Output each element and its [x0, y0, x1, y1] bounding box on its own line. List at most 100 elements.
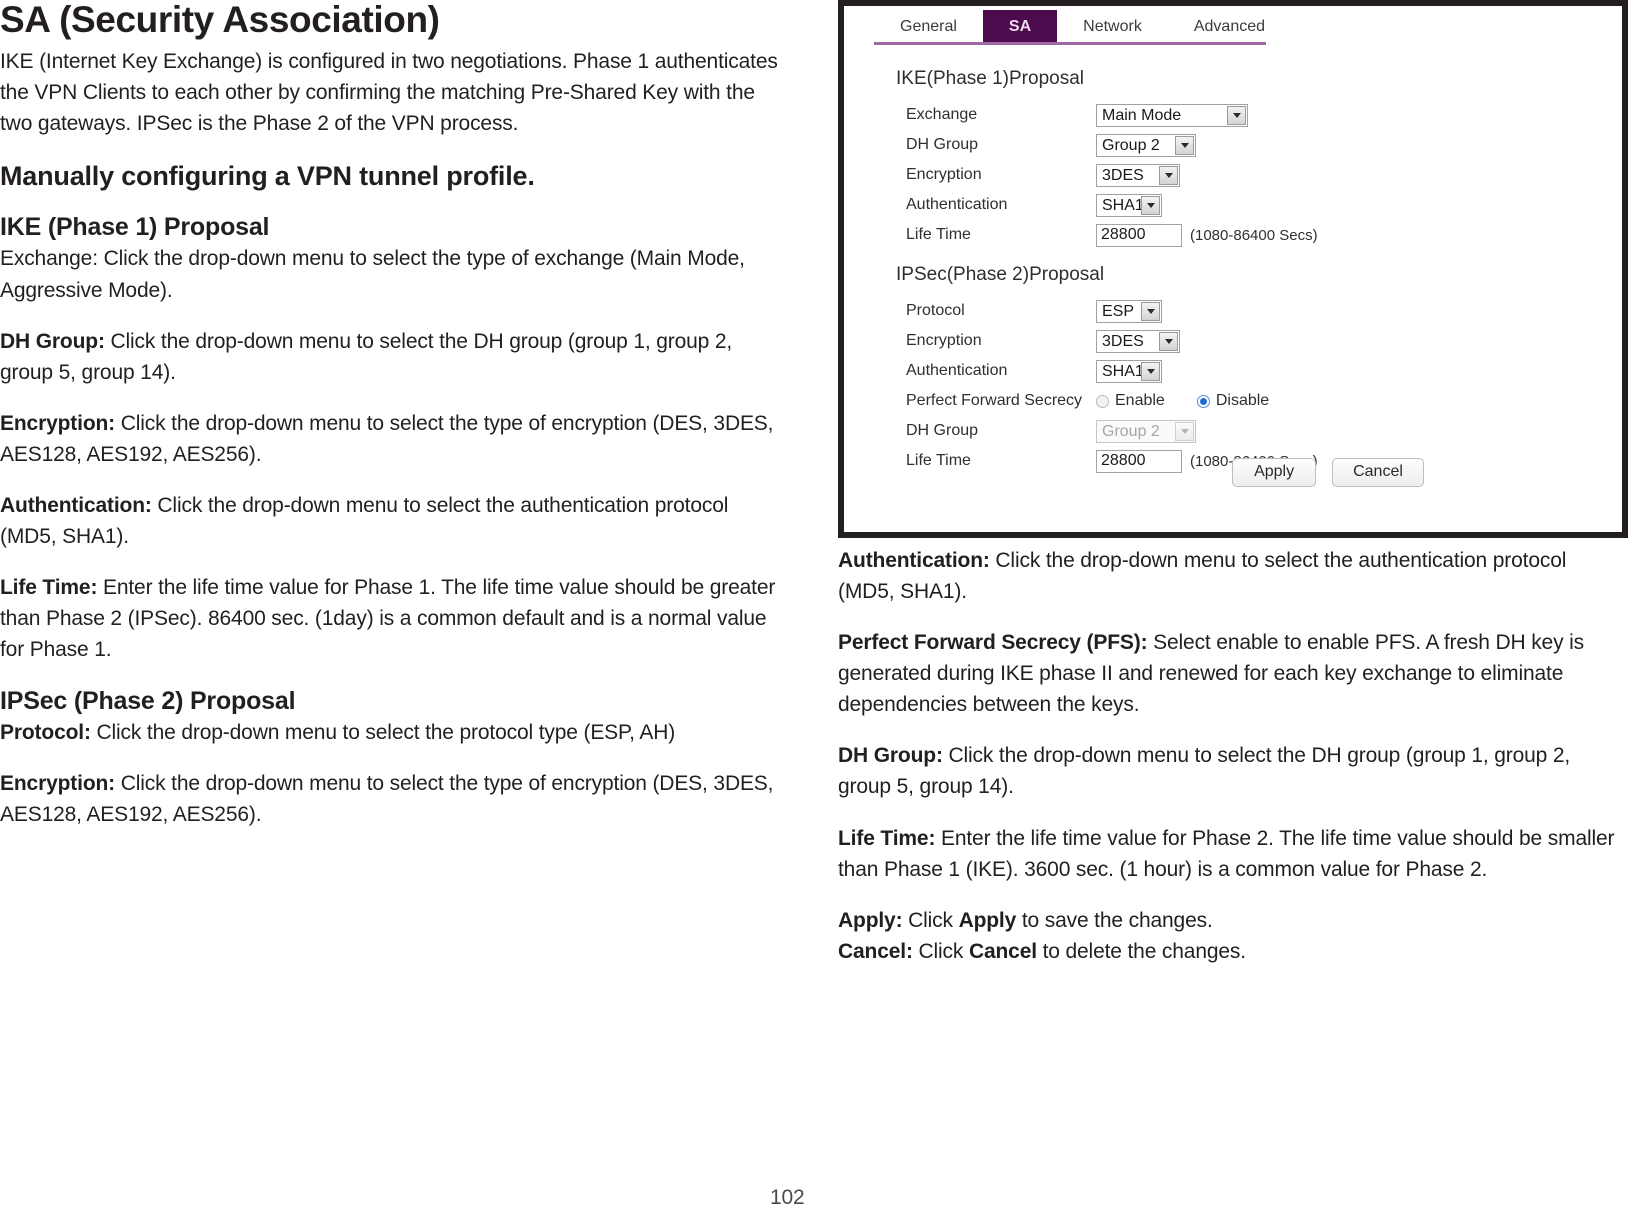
- authentication-p2-select[interactable]: SHA1: [1096, 359, 1162, 383]
- tab-bar: General SA Network Advanced: [874, 8, 1292, 44]
- router-panel-inner: General SA Network Advanced IKE(Phase 1)…: [844, 6, 1622, 532]
- dh-group-p2-select: Group 2: [1096, 419, 1196, 443]
- field-row-authentication-p1: Authentication SHA1: [906, 190, 1622, 220]
- tab-sa[interactable]: SA: [982, 10, 1058, 44]
- field-row-authentication-p2: Authentication SHA1: [906, 356, 1622, 386]
- exchange-field-control: Main Mode: [1096, 103, 1248, 127]
- protocol-field-label: Protocol: [906, 302, 965, 319]
- apply-desc-post: to save the changes.: [1016, 908, 1213, 932]
- right-text-column: Authentication: Click the drop-down menu…: [838, 545, 1628, 967]
- cancel-desc-post: to delete the changes.: [1036, 939, 1247, 963]
- pfs-disable-option[interactable]: Disable: [1196, 392, 1270, 410]
- pfs-radio-group: Enable Disable: [1096, 392, 1301, 410]
- pfs-field-label: Perfect Forward Secrecy: [906, 392, 1083, 409]
- field-row-life-time-p1: Life Time 28800 (1080-86400 Secs): [906, 220, 1622, 250]
- radio-unselected-icon[interactable]: [1096, 394, 1109, 408]
- chevron-down-icon: [1141, 195, 1160, 215]
- authentication-p1-select[interactable]: SHA1: [1096, 193, 1162, 217]
- field-row-pfs: Perfect Forward Secrecy Enable Disable: [906, 386, 1622, 416]
- field-row-exchange: Exchange Main Mode: [906, 100, 1622, 130]
- encryption-paragraph: Encryption: Click the drop-down menu to …: [0, 408, 790, 470]
- tab-underline: [874, 42, 1266, 45]
- apply-button[interactable]: Apply: [1232, 458, 1317, 487]
- authentication-p2-field-control: SHA1: [1096, 359, 1162, 383]
- right-dh-group-desc: Click the drop-down menu to select the D…: [838, 744, 1571, 799]
- life-time-paragraph: Life Time: Enter the life time value for…: [0, 572, 790, 665]
- dh-group-p2-field-label: DH Group: [906, 422, 979, 439]
- apply-term: Apply:: [838, 908, 903, 932]
- life-time-p1-hint: (1080-86400 Secs): [1190, 226, 1318, 244]
- encryption-p2-field-label: Encryption: [906, 332, 982, 349]
- life-time-p1-field-label: Life Time: [906, 226, 971, 243]
- right-life-time-paragraph: Life Time: Enter the life time value for…: [838, 823, 1628, 885]
- dh-group-p1-select[interactable]: Group 2: [1096, 133, 1196, 157]
- protocol-term: Protocol:: [0, 721, 91, 745]
- radio-selected-icon[interactable]: [1196, 394, 1210, 408]
- encryption-p2-select-value: 3DES: [1102, 332, 1144, 350]
- chevron-down-icon: [1141, 301, 1160, 321]
- pfs-disable-label: Disable: [1215, 392, 1270, 409]
- authentication-term: Authentication:: [0, 493, 152, 517]
- authentication-p1-select-value: SHA1: [1102, 196, 1144, 214]
- cancel-desc-pre: Click: [912, 939, 969, 963]
- field-row-encryption-p2: Encryption 3DES: [906, 326, 1622, 356]
- protocol-paragraph: Protocol: Click the drop-down menu to se…: [0, 717, 790, 748]
- encryption-p2-field-control: 3DES: [1096, 329, 1180, 353]
- right-authentication-term: Authentication:: [838, 549, 990, 572]
- ipsec-phase2-heading: IPSec (Phase 2) Proposal: [0, 687, 296, 716]
- authentication-p2-select-value: SHA1: [1102, 362, 1144, 380]
- router-config-screenshot: General SA Network Advanced IKE(Phase 1)…: [838, 0, 1628, 538]
- exchange-paragraph: Exchange: Click the drop-down menu to se…: [0, 247, 745, 302]
- dh-group-term: DH Group:: [0, 329, 105, 353]
- protocol-desc: Click the drop-down menu to select the p…: [90, 721, 676, 745]
- encryption2-term: Encryption:: [0, 772, 116, 796]
- protocol-field-control: ESP: [1096, 299, 1162, 323]
- life-time-p1-input[interactable]: 28800: [1096, 223, 1182, 247]
- encryption2-desc: Click the drop-down menu to select the t…: [0, 772, 774, 827]
- pfs-term: Perfect Forward Secrecy (PFS):: [838, 631, 1148, 655]
- chevron-down-icon: [1159, 165, 1178, 185]
- intro-paragraph: IKE (Internet Key Exchange) is configure…: [0, 49, 778, 136]
- right-authentication-paragraph: Authentication: Click the drop-down menu…: [838, 545, 1628, 607]
- dh-group-p2-field-control: Group 2: [1096, 419, 1196, 443]
- authentication-p1-field-label: Authentication: [906, 196, 1008, 213]
- cancel-button[interactable]: Cancel: [1332, 458, 1424, 487]
- encryption-p2-select[interactable]: 3DES: [1096, 329, 1180, 353]
- authentication-p1-field-control: SHA1: [1096, 193, 1162, 217]
- phase1-group-title: IKE(Phase 1)Proposal: [896, 68, 1084, 89]
- right-dh-group-paragraph: DH Group: Click the drop-down menu to se…: [838, 740, 1628, 802]
- chevron-down-icon: [1141, 361, 1160, 381]
- life-time-desc: Enter the life time value for Phase 1. T…: [0, 576, 776, 662]
- chevron-down-icon: [1227, 105, 1246, 125]
- encryption-p1-select-value: 3DES: [1102, 166, 1144, 184]
- dh-group-p1-field-control: Group 2: [1096, 133, 1196, 157]
- right-life-time-term: Life Time:: [838, 826, 936, 850]
- panel-button-row: Apply Cancel: [844, 458, 1622, 487]
- encryption-term: Encryption:: [0, 411, 116, 435]
- dh-group-p1-select-value: Group 2: [1102, 136, 1160, 154]
- tab-network[interactable]: Network: [1057, 10, 1168, 44]
- apply-desc-pre: Click: [902, 908, 959, 932]
- page-number: 102: [770, 1186, 805, 1209]
- right-dh-group-term: DH Group:: [838, 744, 943, 768]
- tab-general[interactable]: General: [874, 10, 983, 44]
- cancel-term: Cancel:: [838, 939, 913, 963]
- right-life-time-desc: Enter the life time value for Phase 2. T…: [838, 826, 1615, 881]
- encryption-p1-select[interactable]: 3DES: [1096, 163, 1180, 187]
- encryption-p1-field-label: Encryption: [906, 166, 982, 183]
- left-text-column: SA (Security Association) IKE (Internet …: [0, 0, 790, 851]
- exchange-select-value: Main Mode: [1102, 106, 1182, 124]
- exchange-select[interactable]: Main Mode: [1096, 103, 1248, 127]
- protocol-select[interactable]: ESP: [1096, 299, 1162, 323]
- sa-form: IKE(Phase 1)Proposal Exchange Main Mode …: [844, 68, 1622, 476]
- life-time-term: Life Time:: [0, 576, 98, 600]
- chevron-down-icon: [1175, 135, 1194, 155]
- encryption2-paragraph: Encryption: Click the drop-down menu to …: [0, 768, 790, 830]
- tab-advanced[interactable]: Advanced: [1167, 10, 1292, 44]
- chevron-down-icon: [1175, 421, 1194, 441]
- authentication-p2-field-label: Authentication: [906, 362, 1008, 379]
- cancel-bold-word: Cancel: [968, 939, 1037, 963]
- field-row-protocol: Protocol ESP: [906, 296, 1622, 326]
- pfs-enable-option[interactable]: Enable: [1096, 392, 1165, 410]
- encryption-p1-field-control: 3DES: [1096, 163, 1180, 187]
